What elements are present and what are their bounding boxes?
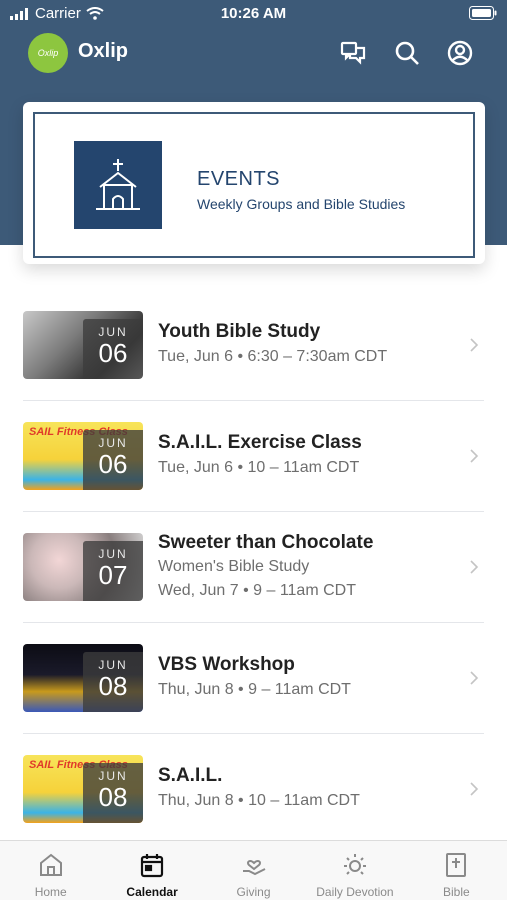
event-time: Tue, Jun 6 • 10 – 11am CDT xyxy=(158,459,360,476)
date-badge: JUN 06 xyxy=(83,430,143,490)
date-day: 06 xyxy=(98,338,128,368)
event-time: Tue, Jun 6 • 6:30 – 7:30am CDT xyxy=(158,348,388,365)
event-title: Sweeter than Chocolate xyxy=(158,532,374,553)
events-card-subtitle: Weekly Groups and Bible Studies xyxy=(197,196,406,212)
home-icon xyxy=(39,853,62,876)
event-subtitle: Women's Bible Study xyxy=(158,558,310,575)
app-bar: Oxlip Oxlip xyxy=(0,30,507,78)
event-row-sail[interactable]: SAIL Fitness Class JUN 08 S.A.I.L. Thu, … xyxy=(0,734,507,845)
date-day: 08 xyxy=(98,671,128,701)
chevron-right-icon xyxy=(470,338,479,352)
logo-text: Oxlip xyxy=(37,48,59,58)
giving-icon xyxy=(242,860,265,876)
event-thumbnail: JUN 08 xyxy=(23,644,143,712)
profile-icon[interactable] xyxy=(445,38,475,68)
date-month: JUN xyxy=(98,547,128,561)
event-title: S.A.I.L. Exercise Class xyxy=(158,432,362,453)
event-row-sweeter-than-chocolate[interactable]: JUN 07 Sweeter than Chocolate Women's Bi… xyxy=(0,512,507,623)
event-row-youth-bible-study[interactable]: JUN 06 Youth Bible Study Tue, Jun 6 • 6:… xyxy=(0,290,507,401)
date-day: 07 xyxy=(98,560,128,590)
tab-bible[interactable]: Bible xyxy=(406,841,507,900)
events-card-frame: EVENTS Weekly Groups and Bible Studies xyxy=(33,112,475,258)
date-day: 08 xyxy=(98,782,128,812)
chevron-right-icon xyxy=(470,560,479,574)
events-card-title: EVENTS xyxy=(197,168,281,190)
event-title: Youth Bible Study xyxy=(158,321,321,342)
app-logo[interactable]: Oxlip xyxy=(28,33,68,73)
chevron-right-icon xyxy=(470,782,479,796)
tab-label: Bible xyxy=(442,885,470,899)
event-title: S.A.I.L. xyxy=(158,765,223,786)
event-thumbnail: JUN 07 xyxy=(23,533,143,601)
sun-icon xyxy=(343,854,366,875)
event-thumbnail: SAIL Fitness Class JUN 08 xyxy=(23,755,143,823)
event-row-vbs-workshop[interactable]: JUN 08 VBS Workshop Thu, Jun 8 • 9 – 11a… xyxy=(0,623,507,734)
date-month: JUN xyxy=(98,436,128,450)
search-icon[interactable] xyxy=(392,38,422,68)
event-time: Thu, Jun 8 • 9 – 11am CDT xyxy=(158,681,351,698)
calendar-icon xyxy=(141,854,164,878)
date-month: JUN xyxy=(98,658,128,672)
chat-icon[interactable] xyxy=(338,38,368,68)
status-time: 10:26 AM xyxy=(220,5,287,22)
event-time: Thu, Jun 8 • 10 – 11am CDT xyxy=(158,792,360,809)
event-thumbnail: JUN 06 xyxy=(23,311,143,379)
event-list: JUN 06 Youth Bible Study Tue, Jun 6 • 6:… xyxy=(0,290,507,845)
events-card[interactable]: EVENTS Weekly Groups and Bible Studies xyxy=(23,102,485,264)
tab-giving[interactable]: Giving xyxy=(203,841,304,900)
tab-home[interactable]: Home xyxy=(0,841,101,900)
tab-label: Calendar xyxy=(126,885,178,899)
church-icon xyxy=(74,141,162,229)
date-month: JUN xyxy=(98,325,128,339)
date-badge: JUN 08 xyxy=(83,652,143,712)
event-thumbnail: SAIL Fitness Class JUN 06 xyxy=(23,422,143,490)
tab-calendar[interactable]: Calendar xyxy=(101,841,202,900)
date-badge: JUN 07 xyxy=(83,541,143,601)
event-row-sail-exercise-class[interactable]: SAIL Fitness Class JUN 06 S.A.I.L. Exerc… xyxy=(0,401,507,512)
battery-icon xyxy=(469,6,497,24)
tab-label: Daily Devotion xyxy=(316,885,394,899)
chevron-right-icon xyxy=(470,671,479,685)
event-title: VBS Workshop xyxy=(158,654,295,675)
tab-label: Giving xyxy=(236,885,271,899)
bible-icon xyxy=(446,853,467,877)
date-month: JUN xyxy=(98,769,128,783)
tab-daily-devotion[interactable]: Daily Devotion xyxy=(304,841,405,900)
date-badge: JUN 08 xyxy=(83,763,143,823)
status-bar: Carrier 10:26 AM xyxy=(0,0,507,28)
tab-label: Home xyxy=(34,885,67,899)
date-day: 06 xyxy=(98,449,128,479)
event-time: Wed, Jun 7 • 9 – 11am CDT xyxy=(158,582,356,599)
tab-bar: Home Calendar Giving Daily Devotion Bibl… xyxy=(0,840,507,900)
chevron-right-icon xyxy=(470,449,479,463)
date-badge: JUN 06 xyxy=(83,319,143,379)
app-title: Oxlip xyxy=(78,40,129,62)
